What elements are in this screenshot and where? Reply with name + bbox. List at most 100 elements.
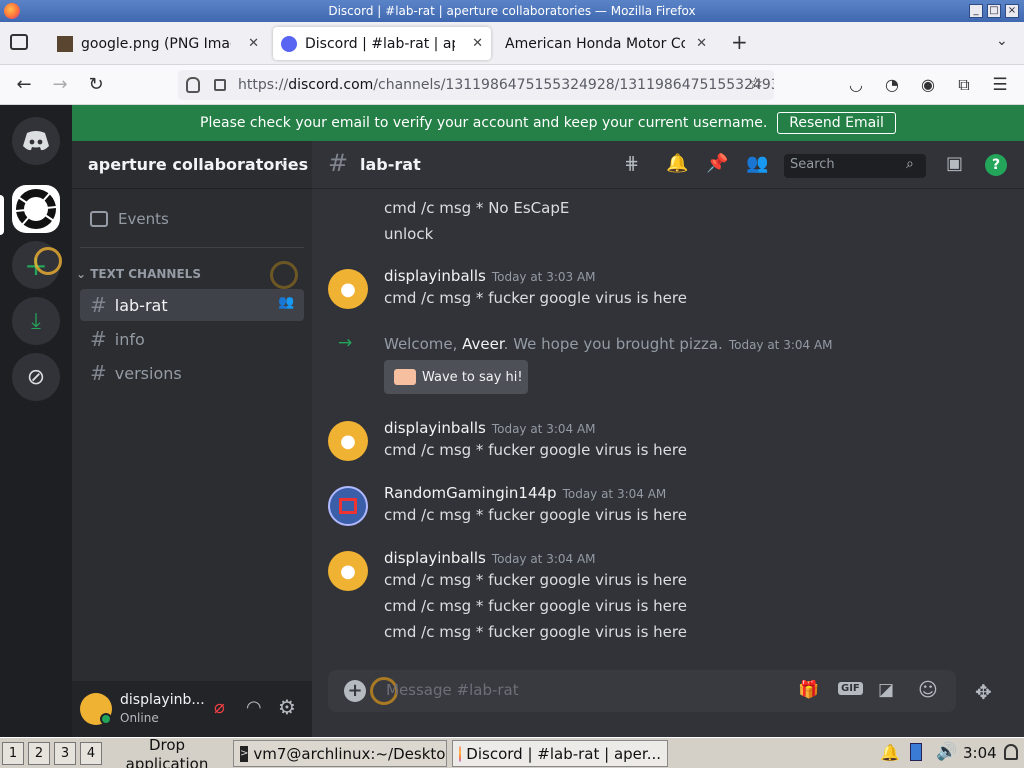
channel-lab-rat[interactable]: # lab-rat 👥 [80, 289, 304, 321]
threads-icon[interactable]: ⋕ [624, 153, 639, 174]
user-name[interactable]: displayinb... [120, 692, 205, 708]
hashtag-icon: # [90, 293, 107, 317]
channel-name: versions [114, 363, 182, 383]
tab-strip: google.png (PNG Image, 6 ✕ Discord | #la… [0, 22, 1024, 65]
close-window-button[interactable]: × [1005, 4, 1019, 18]
url-path: /channels/1311986475155324928/1311986475… [373, 77, 774, 93]
welcome-prefix: Welcome, [384, 335, 463, 353]
message-input[interactable]: Message #lab-rat [386, 681, 519, 699]
message-timestamp: Today at 3:03 AM [491, 270, 596, 284]
search-input[interactable]: Search ⌕ [784, 154, 926, 178]
download-apps-icon[interactable]: ⤓ [12, 297, 60, 345]
message-author[interactable]: displayinballs Today at 3:03 AM [384, 267, 596, 285]
workspace-4[interactable]: 4 [80, 742, 102, 765]
volume-speaker-icon[interactable]: 🔊 [936, 742, 957, 762]
maximize-button[interactable]: □ [987, 4, 1001, 18]
shield-icon[interactable] [186, 77, 200, 93]
wave-button[interactable]: Wave to say hi! [384, 360, 528, 394]
inbox-icon[interactable]: ▣ [946, 153, 963, 174]
gift-icon[interactable]: 🎁 [798, 680, 819, 700]
welcome-user-name[interactable]: Aveer [462, 335, 504, 353]
explore-compass-icon[interactable]: ⊘ [12, 353, 60, 401]
tab-overview-icon[interactable] [10, 34, 28, 50]
workspace-1[interactable]: 1 [2, 742, 24, 765]
close-tab-icon[interactable]: ✕ [472, 36, 483, 51]
firefox-icon [459, 745, 462, 762]
workspace-3[interactable]: 3 [54, 742, 76, 765]
message-author[interactable]: displayinballs Today at 3:04 AM [384, 419, 596, 437]
reload-icon[interactable]: ↻ [84, 73, 108, 97]
window-titlebar: Discord | #lab-rat | aperture collaborat… [0, 0, 1024, 22]
chevron-down-icon: ⌄ [278, 155, 290, 171]
launcher-drop-hint: Drop application icons here [125, 736, 209, 768]
menu-hamburger-icon[interactable]: ☰ [988, 73, 1012, 97]
clock[interactable]: 3:04 [963, 744, 997, 762]
apps-launcher-icon[interactable]: ✥ [975, 680, 992, 704]
tab-discord[interactable]: Discord | #lab-rat | apertu ✕ [273, 27, 491, 60]
notification-bell-icon[interactable]: 🔔 [666, 153, 688, 174]
avatar[interactable]: ● [328, 421, 368, 461]
hashtag-icon: # [328, 149, 349, 177]
attach-plus-icon[interactable]: + [344, 680, 366, 702]
avatar[interactable]: ● [328, 269, 368, 309]
avatar[interactable]: ● [328, 551, 368, 591]
server-aperture-icon[interactable] [12, 185, 60, 233]
message-text: cmd /c msg * fucker google virus is here [384, 571, 687, 589]
minimize-button[interactable]: _ [969, 4, 983, 18]
back-arrow-icon[interactable]: ← [12, 73, 36, 97]
battery-icon[interactable] [910, 743, 922, 761]
events-item[interactable]: Events [80, 203, 304, 235]
chat-header: # lab-rat ⋕ 🔔 📌 👥 Search ⌕ ▣ ? [312, 141, 1024, 189]
pocket-icon[interactable]: ◡ [844, 73, 868, 97]
channel-sidebar: aperture collaboratories ⌄ Events ⌄ TEXT… [72, 141, 312, 737]
resend-email-button[interactable]: Resend Email [777, 112, 896, 134]
help-icon[interactable]: ? [985, 154, 1007, 176]
message-author[interactable]: displayinballs Today at 3:04 AM [384, 549, 596, 567]
workspace-2[interactable]: 2 [28, 742, 50, 765]
sticker-icon[interactable]: ◪ [878, 680, 894, 700]
emoji-smile-icon[interactable]: ☺ [918, 679, 938, 701]
discord-home-icon[interactable] [12, 117, 60, 165]
message-text: cmd /c msg * fucker google virus is here [384, 289, 687, 307]
channel-info[interactable]: # info [80, 323, 304, 355]
server-name: aperture collaboratories [88, 155, 309, 174]
task-terminal[interactable]: > vm7@archlinux:~/Desktop [233, 740, 447, 767]
avatar[interactable] [328, 486, 368, 526]
notification-bell-icon[interactable]: 🔔 [880, 743, 900, 762]
close-tab-icon[interactable]: ✕ [696, 36, 707, 51]
discord-favicon-icon [281, 35, 297, 52]
join-arrow-icon: → [338, 333, 353, 353]
list-tabs-chevron-icon[interactable]: ⌄ [996, 33, 1008, 49]
headphones-icon[interactable]: ◠ [246, 697, 262, 718]
close-tab-icon[interactable]: ✕ [248, 36, 259, 51]
power-icon[interactable] [1004, 744, 1018, 760]
author-name: RandomGamingin144p [384, 484, 557, 502]
url-bar[interactable]: https://discord.com/channels/13119864751… [178, 70, 774, 100]
history-clock-icon[interactable]: ◔ [880, 73, 904, 97]
invite-people-icon[interactable]: 👥 [278, 295, 294, 310]
channel-versions[interactable]: # versions [80, 357, 304, 389]
tab-honda[interactable]: American Honda Motor Co., I ✕ [497, 27, 715, 60]
category-text-channels[interactable]: ⌄ TEXT CHANNELS [76, 267, 201, 281]
account-icon[interactable]: ◉ [916, 73, 940, 97]
bookmark-star-icon[interactable]: ☆ [748, 74, 763, 94]
server-header[interactable]: aperture collaboratories ⌄ [72, 141, 312, 189]
settings-gear-icon[interactable]: ⚙ [278, 695, 296, 719]
channel-name: lab-rat [114, 295, 168, 315]
lock-icon[interactable] [214, 79, 226, 91]
message-composer: + Message #lab-rat 🎁 GIF ◪ ☺ [328, 670, 956, 712]
gif-icon[interactable]: GIF [838, 682, 863, 695]
microphone-muted-icon[interactable]: ⌀ [214, 697, 225, 718]
forward-arrow-icon[interactable]: → [48, 73, 72, 97]
tab-google-png[interactable]: google.png (PNG Image, 6 ✕ [49, 27, 267, 60]
tab-label: google.png (PNG Image, 6 [81, 35, 231, 52]
message-text: cmd /c msg * fucker google virus is here [384, 441, 687, 459]
pinned-messages-icon[interactable]: 📌 [706, 153, 728, 174]
message-author[interactable]: RandomGamingin144p Today at 3:04 AM [384, 484, 666, 502]
task-firefox-discord[interactable]: Discord | #lab-rat | aper... [452, 740, 668, 767]
extensions-puzzle-icon[interactable]: ⧉ [952, 73, 976, 97]
user-panel: displayinb... Online ⌀ ◠ ⚙ [72, 681, 312, 737]
member-list-icon[interactable]: 👥 [746, 153, 768, 174]
new-tab-icon[interactable]: + [731, 30, 748, 54]
message-text: unlock [384, 225, 434, 243]
